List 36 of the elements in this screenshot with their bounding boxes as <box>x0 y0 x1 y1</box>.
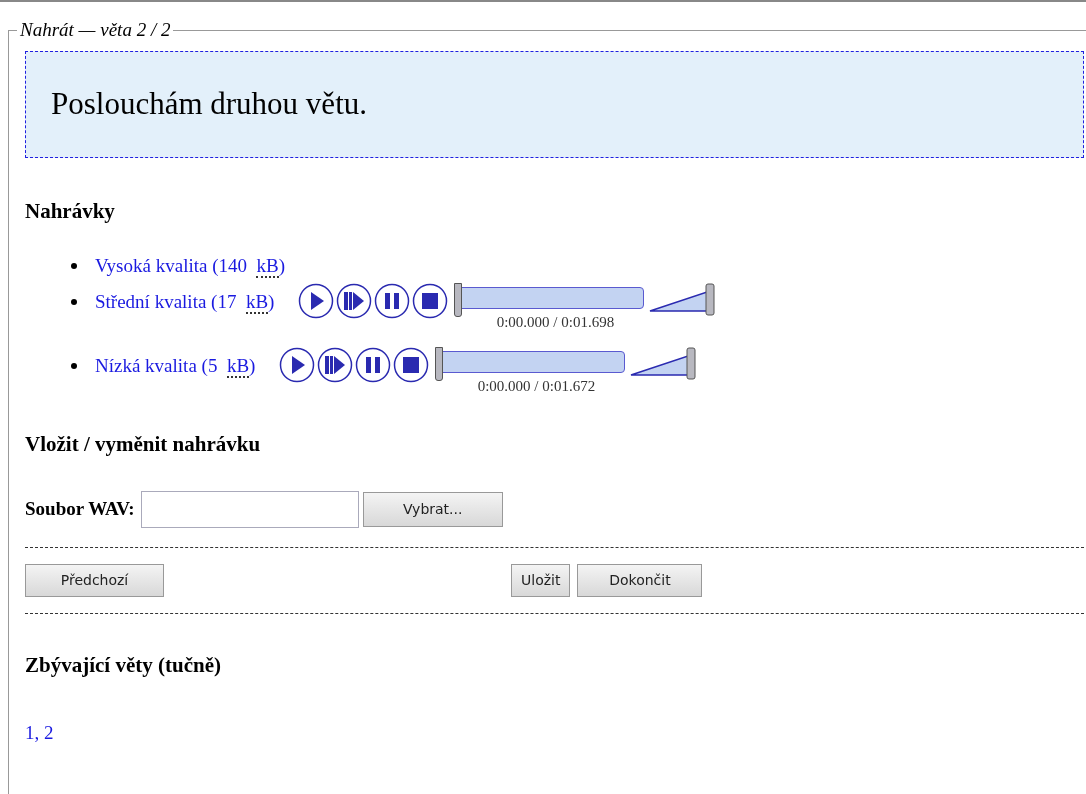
recording-link[interactable]: Vysoká kvalita (140 kB) <box>95 251 285 281</box>
volume-slider[interactable] <box>648 283 717 317</box>
step-forward-button[interactable] <box>336 283 373 319</box>
sentence-link[interactable]: 1 <box>25 722 35 743</box>
bullet-icon <box>71 299 77 305</box>
recording-link[interactable]: Střední kvalita (17 kB) <box>95 287 275 317</box>
seek-thumb[interactable] <box>435 347 444 381</box>
panel-title: Nahrát — věta 2 / 2 <box>19 18 172 42</box>
finish-button[interactable]: Dokončit <box>577 563 703 597</box>
time-display: 0:00.000 / 0:01.672 <box>477 379 596 394</box>
bullet-icon <box>71 263 77 269</box>
play-button[interactable] <box>298 283 335 319</box>
stop-button[interactable] <box>393 347 430 383</box>
save-button[interactable]: Uložit <box>511 563 571 597</box>
recording-link[interactable]: Nízká kvalita (5 kB) <box>95 351 256 381</box>
stop-button[interactable] <box>412 283 449 319</box>
previous-button[interactable]: Předchozí <box>25 563 164 597</box>
seek-thumb[interactable] <box>454 283 463 317</box>
separator-text: , <box>34 722 41 743</box>
time-display: 0:00.000 / 0:01.698 <box>496 315 615 330</box>
file-input[interactable] <box>140 490 359 528</box>
seek-slider[interactable] <box>435 347 626 381</box>
seek-slider[interactable] <box>454 283 645 317</box>
sentence-link[interactable]: 2 <box>44 722 54 743</box>
file-label: Soubor WAV: <box>25 496 135 521</box>
section-heading: Zbývající věty (tučně) <box>25 651 222 679</box>
browse-button[interactable]: Vybrat... <box>362 491 503 527</box>
message-text: Poslouchám druhou větu. <box>51 84 367 123</box>
play-button[interactable] <box>279 347 316 383</box>
step-forward-button[interactable] <box>317 347 354 383</box>
volume-slider[interactable] <box>629 347 698 381</box>
pause-button[interactable] <box>374 283 411 319</box>
section-heading: Vložit / vyměnit nahrávku <box>25 431 262 458</box>
pause-button[interactable] <box>355 347 392 383</box>
bullet-icon <box>71 363 77 369</box>
section-heading: Nahrávky <box>25 197 116 225</box>
